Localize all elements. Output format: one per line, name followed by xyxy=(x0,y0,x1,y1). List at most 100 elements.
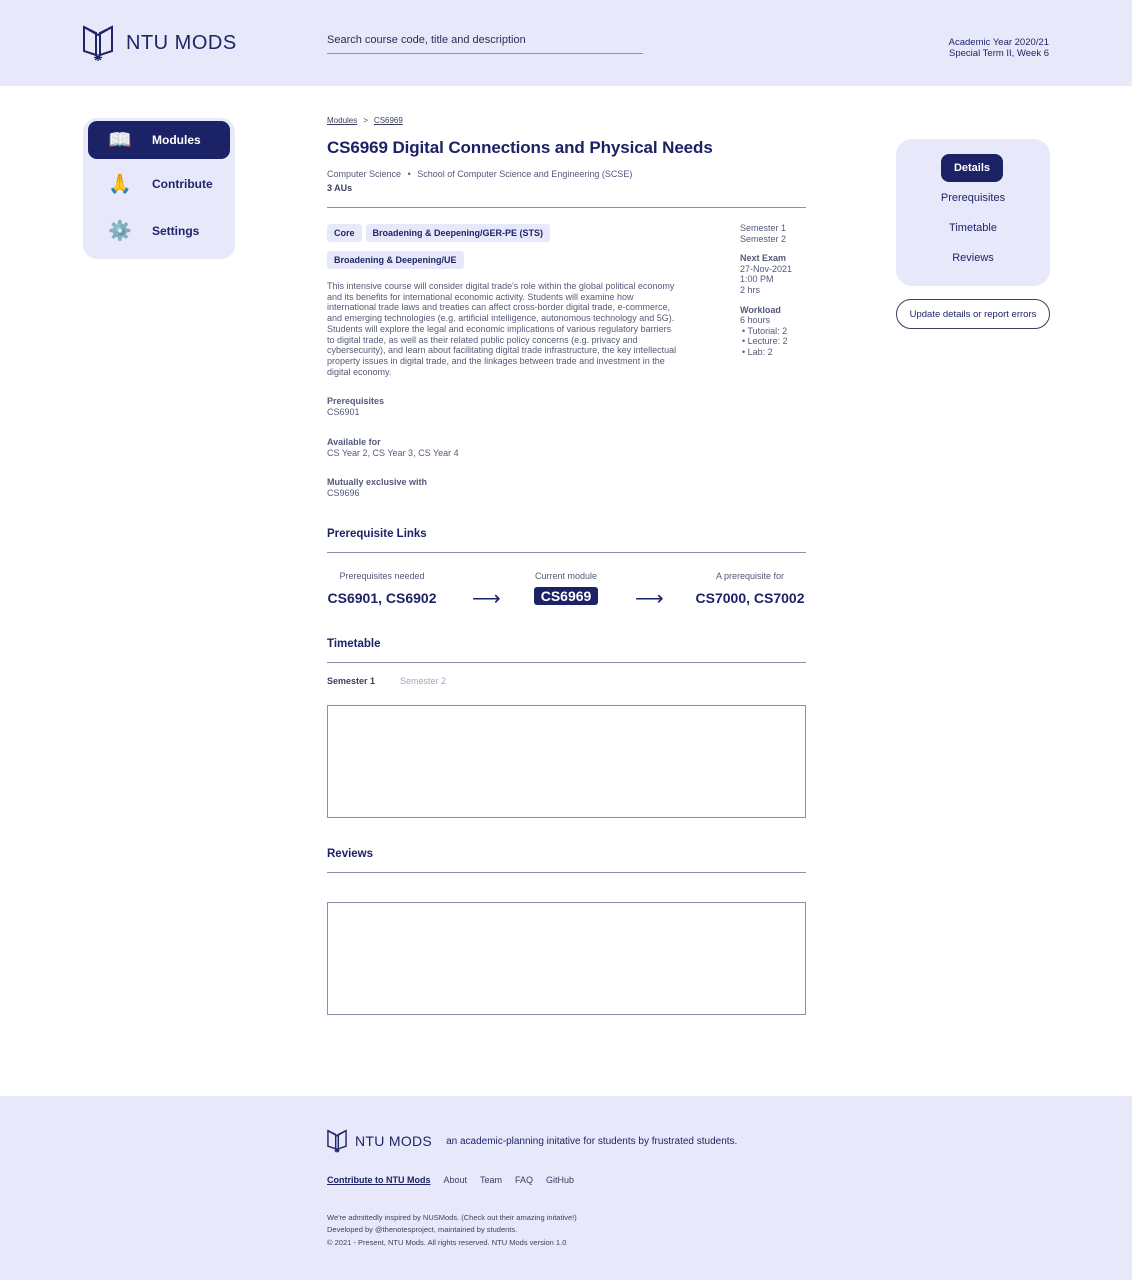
footer-brand: NTU MODS xyxy=(355,1133,433,1149)
gear-icon: ⚙️ xyxy=(108,221,132,242)
available-for-info: Available for CS Year 2, CS Year 3, CS Y… xyxy=(327,437,459,458)
tag-badge: Broadening & Deepening/UE xyxy=(327,251,464,269)
module-meta: Semester 1 Semester 2 Next Exam 27-Nov-2… xyxy=(740,223,820,358)
footer-note: Developed by @thenotesproject, maintaine… xyxy=(327,1225,518,1235)
prerequisites-needed: Prerequisites needed CS6901, CS6902 xyxy=(327,571,437,606)
sidebar: 📖 Modules 🙏 Contribute ⚙️ Settings xyxy=(83,118,235,259)
current-module-caption: Current module xyxy=(534,571,598,581)
arrow-right-icon: ⟶ xyxy=(635,588,664,610)
mutex-info: Mutually exclusive with CS9696 xyxy=(327,477,427,498)
module-content: Modules > CS6969 CS6969 Digital Connection… xyxy=(327,116,806,1015)
logo[interactable]: NTU MODS xyxy=(81,25,237,61)
timetable-heading: Timetable xyxy=(327,638,381,650)
prerequisites-value: CS6901 xyxy=(327,406,360,417)
exam-date: 27-Nov-2021 xyxy=(740,263,793,274)
footer-link-team[interactable]: Team xyxy=(480,1175,502,1185)
arrow-right-icon: ⟶ xyxy=(472,588,501,610)
workload-total: 6 hours xyxy=(740,315,771,326)
tab-semester-1[interactable]: Semester 1 xyxy=(327,676,375,686)
prereq-needed-value[interactable]: CS6901, CS6902 xyxy=(327,590,437,606)
reviews-panel xyxy=(327,902,806,1015)
academic-year: Academic Year 2020/21 xyxy=(948,37,1049,48)
section-nav-details[interactable]: Details xyxy=(941,154,1003,182)
sidebar-item-settings[interactable]: ⚙️ Settings xyxy=(88,212,230,250)
prerequisites-label: Prerequisites xyxy=(327,396,385,406)
mutex-value: CS9696 xyxy=(327,487,360,498)
workload-item: • Lab: 2 xyxy=(742,346,773,357)
workload-item: • Lecture: 2 xyxy=(742,336,788,347)
tab-semester-2[interactable]: Semester 2 xyxy=(400,676,446,686)
prereq-for-caption: A prerequisite for xyxy=(715,571,785,581)
book-logo-icon xyxy=(83,25,113,61)
section-nav-prerequisites[interactable]: Prerequisites xyxy=(896,192,1050,204)
footer-link-contribute[interactable]: Contribute to NTU Mods xyxy=(327,1175,430,1185)
module-description: This intensive course will consider digi… xyxy=(327,281,677,377)
breadcrumb-separator: > xyxy=(363,116,368,125)
mutex-label: Mutually exclusive with xyxy=(327,477,428,487)
footer-link-about[interactable]: About xyxy=(443,1175,467,1185)
sidebar-item-contribute[interactable]: 🙏 Contribute xyxy=(88,165,230,203)
header: NTU MODS Search course code, title and d… xyxy=(0,0,1132,86)
prerequisites-info: Prerequisites CS6901 xyxy=(327,396,384,417)
section-nav: Details Prerequisites Timetable Reviews xyxy=(896,139,1050,286)
folded-hands-icon: 🙏 xyxy=(108,174,132,195)
footer: NTU MODS an academic-planning initative … xyxy=(0,1096,1132,1280)
breadcrumb-current[interactable]: CS6969 xyxy=(374,116,403,125)
tag-badge: Core xyxy=(327,224,362,242)
semester-tabs: Semester 1 Semester 2 xyxy=(327,676,446,686)
footer-notes: We're admittedly inspired by NUSMods. (C… xyxy=(327,1212,577,1249)
footer-link-faq[interactable]: FAQ xyxy=(515,1175,533,1185)
semester-item: Semester 1 xyxy=(740,223,787,233)
module-department: Computer Science • School of Computer Sc… xyxy=(327,169,806,179)
footer-link-github[interactable]: GitHub xyxy=(546,1175,574,1185)
separator-dot: • xyxy=(407,169,411,179)
semester-item: Semester 2 xyxy=(740,233,787,244)
section-nav-reviews[interactable]: Reviews xyxy=(896,252,1050,264)
available-label: Available for xyxy=(327,437,381,447)
search-placeholder: Search course code, title and descriptio… xyxy=(327,34,526,46)
exam-label: Next Exam xyxy=(740,253,787,264)
footer-links: Contribute to NTU Mods About Team FAQ GitHub xyxy=(327,1175,587,1185)
footer-logo: NTU MODS an academic-planning initative … xyxy=(326,1129,737,1153)
timetable-panel xyxy=(327,705,806,818)
report-errors-button[interactable]: Update details or report errors xyxy=(896,299,1050,329)
tag-list: Core Broadening & Deepening/GER-PE (STS) … xyxy=(327,223,587,277)
breadcrumb-root[interactable]: Modules xyxy=(327,116,357,125)
divider xyxy=(327,872,806,873)
term-week: Special Term II, Week 6 xyxy=(949,48,1049,59)
prerequisite-links-heading: Prerequisite Links xyxy=(327,528,427,540)
sidebar-item-modules[interactable]: 📖 Modules xyxy=(88,121,230,159)
tag-badge: Broadening & Deepening/GER-PE (STS) xyxy=(365,224,551,242)
academic-term: Academic Year 2020/21 Special Term II, W… xyxy=(949,37,1049,59)
book-icon: 📖 xyxy=(108,130,132,151)
sidebar-item-label: Contribute xyxy=(152,177,213,191)
sidebar-item-label: Modules xyxy=(152,133,201,147)
exam-duration: 2 hrs xyxy=(740,284,761,295)
footer-note: © 2021 - Present, NTU Mods. All rights r… xyxy=(327,1237,567,1247)
footer-note: We're admittedly inspired by NUSMods. (C… xyxy=(327,1213,577,1222)
workload-item: • Tutorial: 2 xyxy=(742,325,788,336)
page-title: CS6969 Digital Connections and Physical … xyxy=(327,138,713,157)
sidebar-item-label: Settings xyxy=(152,224,200,238)
available-value: CS Year 2, CS Year 3, CS Year 4 xyxy=(327,447,459,458)
prerequisite-for: A prerequisite for CS7000, CS7002 xyxy=(694,571,806,606)
breadcrumb: Modules > CS6969 xyxy=(327,116,806,125)
divider xyxy=(327,552,806,553)
department-name: Computer Science xyxy=(327,169,402,179)
module-credits: 3 AUs xyxy=(327,183,353,193)
divider xyxy=(327,207,806,208)
section-nav-timetable[interactable]: Timetable xyxy=(896,222,1050,234)
book-logo-icon xyxy=(327,1129,347,1153)
exam-time: 1:00 PM xyxy=(740,274,774,285)
prereq-for-value[interactable]: CS7000, CS7002 xyxy=(694,590,806,606)
search-input[interactable]: Search course code, title and descriptio… xyxy=(327,34,643,54)
brand-name: NTU MODS xyxy=(126,31,237,54)
footer-tagline: an academic-planning initative for stude… xyxy=(446,1135,738,1147)
prereq-needed-caption: Prerequisites needed xyxy=(339,571,425,581)
current-module-badge: CS6969 xyxy=(533,587,599,605)
divider xyxy=(327,662,806,663)
workload-label: Workload xyxy=(740,304,781,315)
reviews-heading: Reviews xyxy=(327,848,374,860)
current-module: Current module CS6969 xyxy=(526,571,606,606)
faculty-name: School of Computer Science and Engineeri… xyxy=(417,169,633,179)
